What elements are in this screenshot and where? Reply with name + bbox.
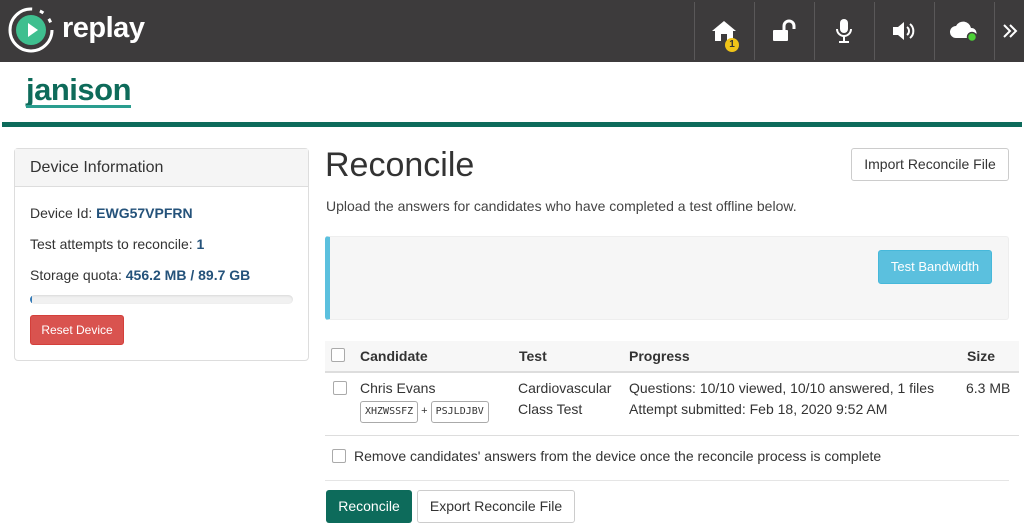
storage-progress-fill bbox=[30, 295, 32, 304]
candidate-code-2: PSJLDJBV bbox=[430, 401, 489, 423]
progress-cell: Questions: 10/10 viewed, 10/10 answered,… bbox=[629, 378, 934, 420]
home-button[interactable]: 1 bbox=[694, 2, 752, 60]
panel-heading: Device Information bbox=[15, 149, 308, 187]
remove-answers-option[interactable]: Remove candidates' answers from the devi… bbox=[332, 448, 881, 464]
attempts-line: Test attempts to reconcile: 1 bbox=[30, 236, 204, 252]
code-separator: + bbox=[421, 405, 428, 417]
storage-quota-line: Storage quota: 456.2 MB / 89.7 GB bbox=[30, 267, 250, 283]
device-id-label: Device Id: bbox=[30, 205, 93, 221]
logo-underline bbox=[26, 105, 131, 108]
column-header-test: Test bbox=[519, 348, 547, 364]
column-header-size: Size bbox=[967, 348, 996, 364]
page-description: Upload the answers for candidates who ha… bbox=[326, 198, 797, 214]
test-name-line-1: Cardiovascular bbox=[518, 380, 612, 396]
test-name-line-2: Class Test bbox=[518, 401, 583, 417]
storage-progress-bar bbox=[30, 295, 293, 304]
attempts-value: 1 bbox=[196, 236, 205, 252]
select-all-checkbox[interactable] bbox=[331, 348, 345, 362]
expand-menu-button[interactable] bbox=[994, 2, 1024, 60]
import-reconcile-file-button[interactable]: Import Reconcile File bbox=[851, 148, 1009, 181]
column-header-progress: Progress bbox=[629, 348, 690, 364]
candidate-code-1: XHZWSSFZ bbox=[360, 401, 419, 423]
row-checkbox[interactable] bbox=[333, 381, 347, 395]
notification-badge: 1 bbox=[725, 38, 739, 52]
speaker-icon bbox=[892, 22, 914, 40]
janison-logo: janison bbox=[26, 72, 132, 107]
top-navigation-bar: replay 1 bbox=[0, 0, 1024, 62]
lock-button[interactable] bbox=[754, 2, 812, 60]
attempts-label: Test attempts to reconcile: bbox=[30, 236, 193, 252]
remove-answers-checkbox[interactable] bbox=[332, 449, 346, 464]
progress-questions: Questions: 10/10 viewed, 10/10 answered,… bbox=[629, 380, 935, 396]
reconcile-button[interactable]: Reconcile bbox=[326, 490, 412, 523]
table-row: Chris Evans XHZWSSFZ + PSJLDJBV Cardiovasc… bbox=[325, 373, 1019, 436]
microphone-icon bbox=[835, 19, 852, 43]
device-id-value: EWG57VPFRN bbox=[96, 205, 193, 221]
export-reconcile-file-button[interactable]: Export Reconcile File bbox=[417, 490, 575, 523]
cloud-sync-button[interactable] bbox=[934, 2, 992, 60]
reset-device-button[interactable]: Reset Device bbox=[30, 315, 124, 345]
test-bandwidth-button[interactable]: Test Bandwidth bbox=[878, 250, 992, 284]
replay-logo-icon bbox=[8, 7, 54, 53]
candidate-cell: Chris Evans XHZWSSFZ + PSJLDJBV bbox=[360, 378, 489, 423]
volume-button[interactable] bbox=[874, 2, 932, 60]
test-cell: Cardiovascular Class Test bbox=[518, 378, 611, 420]
microphone-button[interactable] bbox=[814, 2, 872, 60]
size-cell: 6.3 MB bbox=[966, 380, 1011, 396]
chevron-double-right-icon bbox=[1002, 24, 1017, 38]
remove-answers-label: Remove candidates' answers from the devi… bbox=[354, 448, 882, 464]
table-header: Candidate Test Progress Size bbox=[325, 341, 1019, 373]
device-id-line: Device Id: EWG57VPFRN bbox=[30, 205, 193, 221]
brand-name: replay bbox=[62, 12, 145, 44]
storage-quota-value: 456.2 MB / 89.7 GB bbox=[125, 267, 251, 283]
unlock-icon bbox=[772, 19, 795, 41]
device-information-panel: Device Information Device Id: EWG57VPFRN… bbox=[14, 148, 309, 361]
candidate-name: Chris Evans bbox=[360, 380, 436, 396]
page-title: Reconcile bbox=[325, 146, 475, 184]
column-header-candidate: Candidate bbox=[360, 348, 428, 364]
cloud-icon bbox=[949, 21, 977, 43]
divider bbox=[325, 480, 1009, 481]
storage-quota-label: Storage quota: bbox=[30, 267, 122, 283]
header-divider bbox=[2, 122, 1022, 127]
progress-submitted: Attempt submitted: Feb 18, 2020 9:52 AM bbox=[629, 401, 888, 417]
